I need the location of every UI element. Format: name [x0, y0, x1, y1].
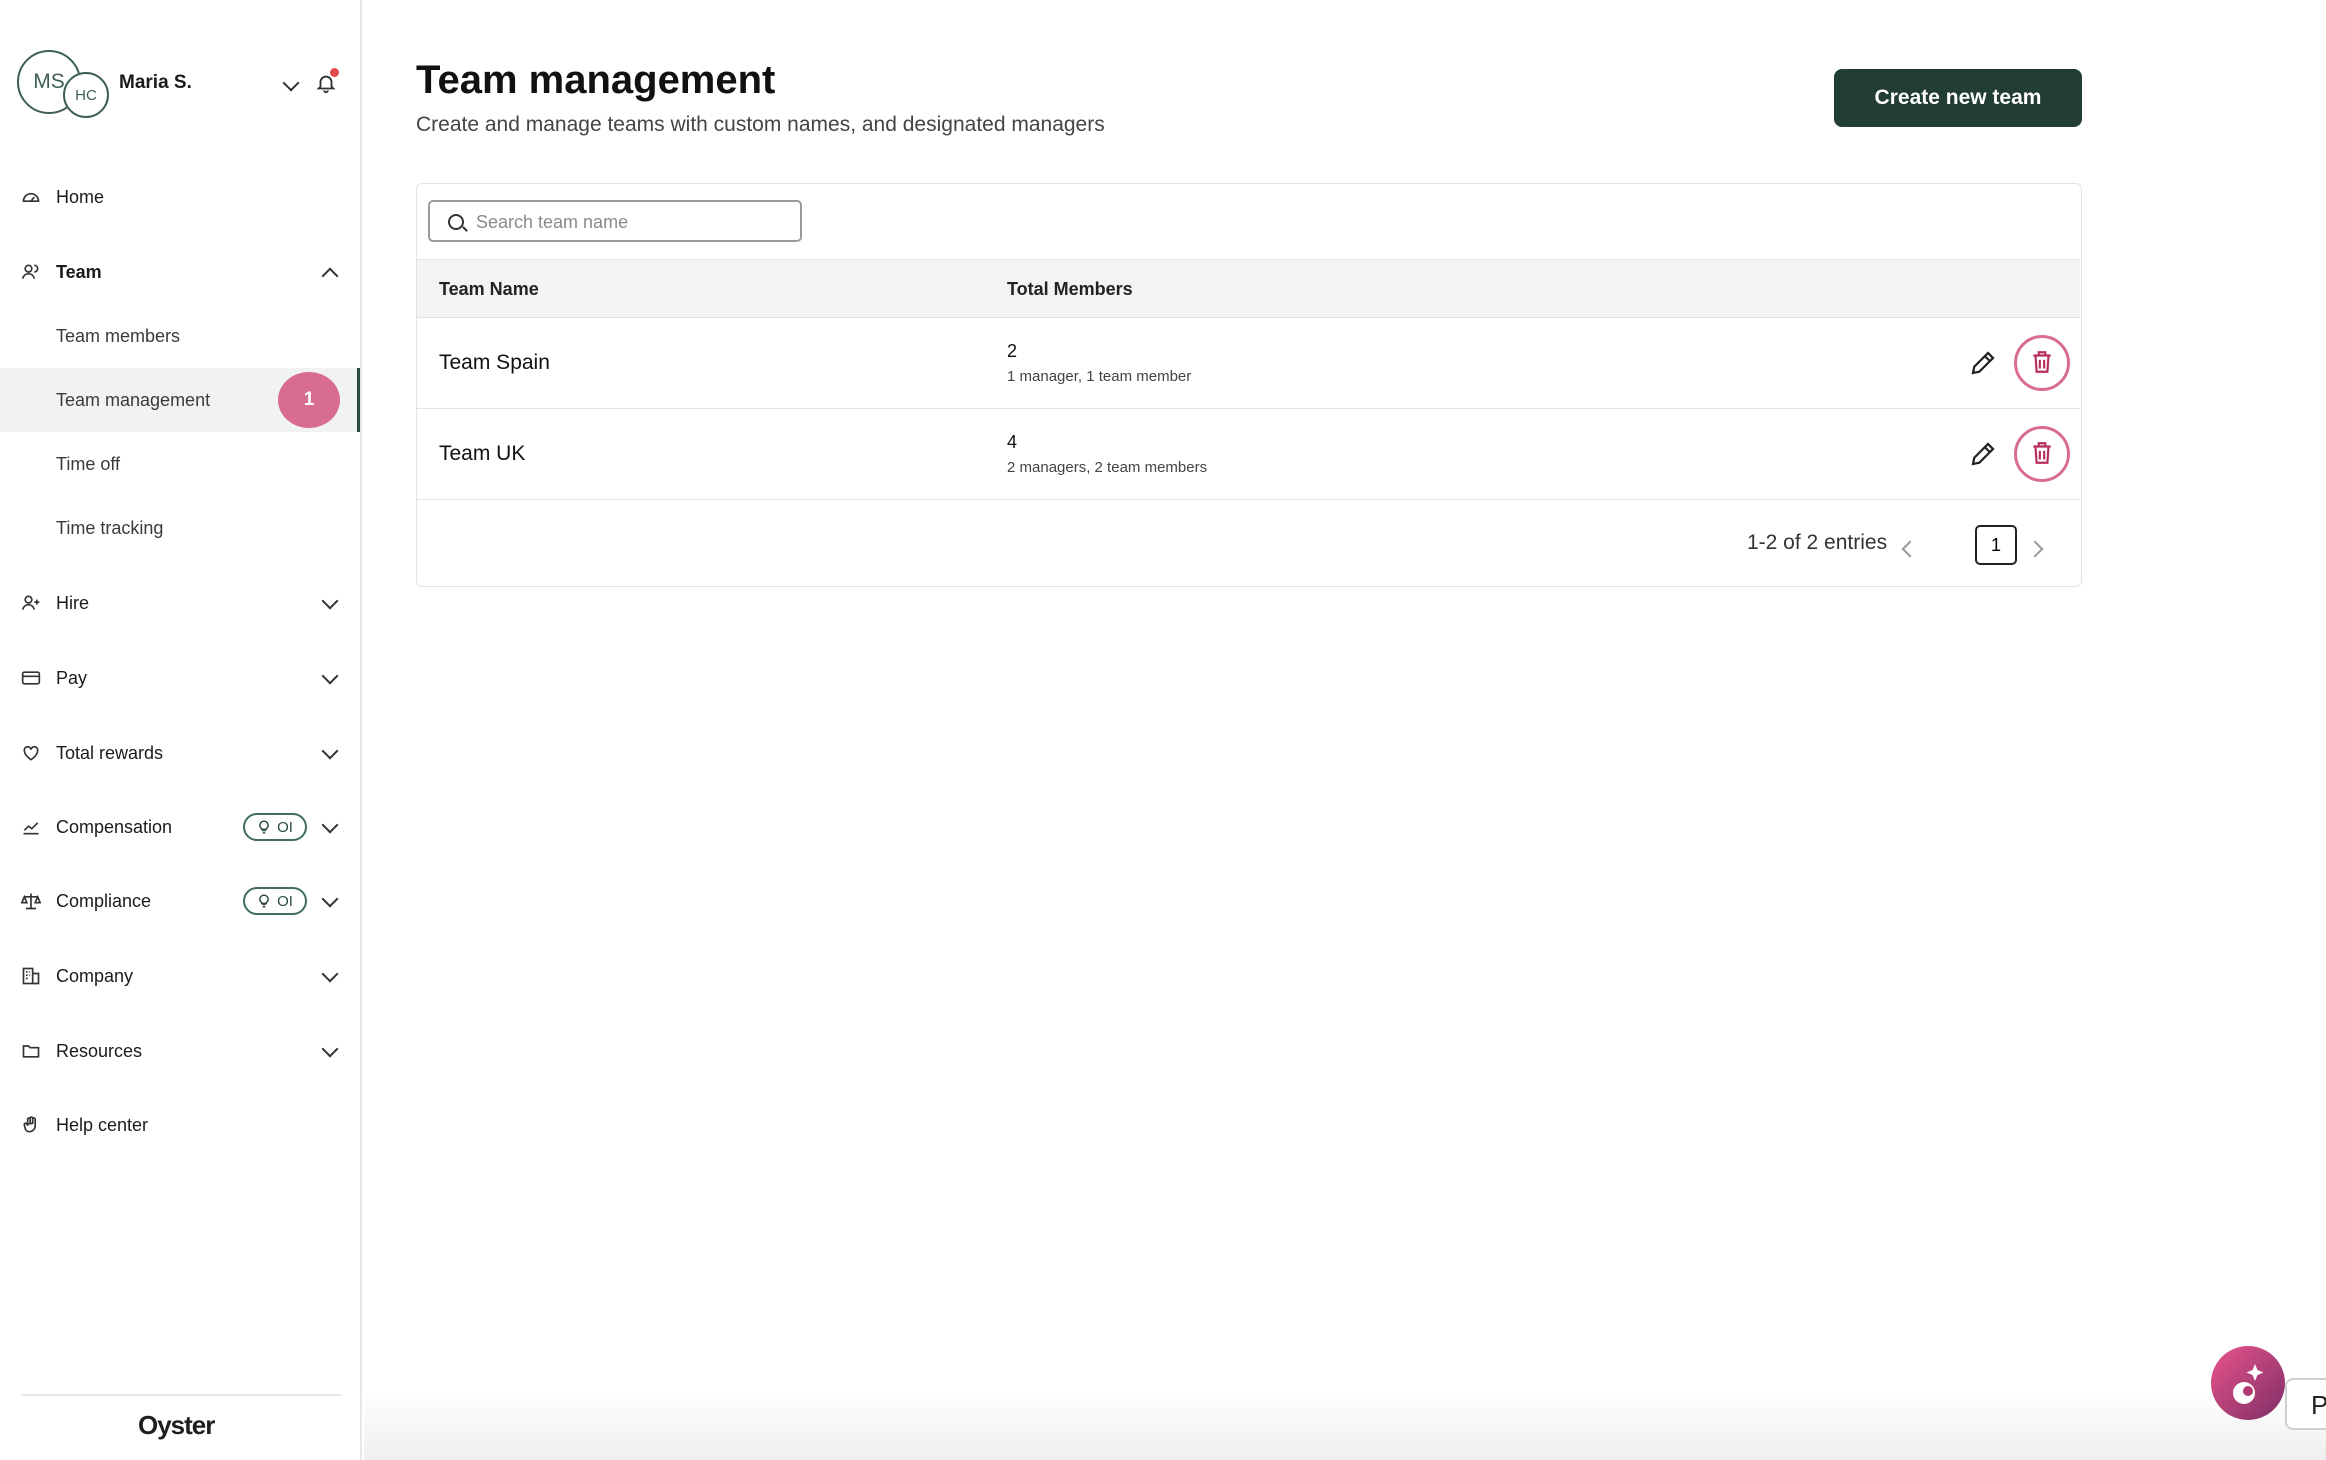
table-row: Team Spain 2 1 manager, 1 team member	[417, 318, 2080, 409]
teams-table: Team Name Total Members Team Spain 2 1 m…	[416, 183, 2082, 587]
member-breakdown: 1 manager, 1 team member	[1007, 368, 1192, 385]
sidebar-item-label: Hire	[56, 592, 90, 613]
previous-page-chevron-icon[interactable]	[1901, 540, 1919, 558]
search-icon	[448, 214, 464, 230]
sidebar-item-team-members[interactable]: Team members	[0, 304, 360, 368]
bottom-shade	[364, 1390, 2326, 1460]
chevron-down-icon	[321, 1040, 339, 1058]
step-badge: 1	[278, 372, 340, 428]
sidebar-item-label: Help center	[56, 1114, 149, 1135]
sidebar-item-label: Team members	[56, 325, 181, 346]
member-count: 2	[1007, 341, 1018, 361]
current-page-button[interactable]: 1	[1975, 525, 2017, 565]
sidebar: MS HC Maria S. Home Team Team members Te…	[0, 0, 362, 1460]
oi-badge-label: OI	[277, 892, 293, 910]
sidebar-divider	[21, 1394, 341, 1396]
ai-assistant-button[interactable]	[2211, 1346, 2285, 1420]
pagination-summary: 1-2 of 2 entries	[1747, 531, 1888, 554]
chevron-down-icon	[321, 742, 339, 760]
table-row: Team UK 4 2 managers, 2 team members	[417, 409, 2080, 500]
team-icon	[21, 262, 41, 282]
oi-badge: OI	[243, 813, 307, 841]
sidebar-item-hire[interactable]: Hire	[0, 573, 360, 633]
sparkle-assistant-icon	[2233, 1364, 2264, 1404]
create-new-team-button[interactable]: Create new team	[1834, 69, 2082, 127]
oi-badge-label: OI	[277, 818, 293, 836]
table-header: Team Name Total Members	[417, 259, 2080, 318]
hire-icon	[21, 593, 41, 613]
sidebar-item-label: Home	[56, 186, 105, 207]
oi-badge: OI	[243, 887, 307, 915]
building-icon	[21, 966, 41, 986]
sidebar-item-label: Team	[56, 261, 102, 282]
help-hand-icon	[21, 1115, 41, 1135]
chevron-up-icon	[321, 267, 339, 285]
team-name: Team Spain	[439, 351, 550, 374]
main-content: Team management Create and manage teams …	[364, 0, 2326, 1460]
edit-button[interactable]	[1967, 439, 1999, 471]
chevron-down-icon[interactable]	[282, 74, 300, 92]
team-name: Team UK	[439, 442, 526, 465]
brand-logo: Oyster	[138, 1410, 215, 1440]
lightbulb-icon	[259, 820, 269, 834]
pencil-icon	[1971, 442, 1995, 466]
column-header-team-name[interactable]: Team Name	[439, 279, 539, 300]
side-tab[interactable]: P	[2285, 1378, 2326, 1430]
page-title: Team management	[416, 58, 776, 102]
sidebar-item-label: Resources	[56, 1040, 143, 1061]
sidebar-item-label: Time off	[56, 453, 121, 474]
chart-icon	[21, 817, 41, 837]
member-breakdown: 2 managers, 2 team members	[1007, 459, 1208, 476]
scale-icon	[20, 891, 42, 911]
sidebar-item-time-tracking[interactable]: Time tracking	[0, 496, 360, 560]
sidebar-item-label: Pay	[56, 667, 88, 688]
sidebar-item-label: Compensation	[56, 816, 173, 837]
sidebar-item-help-center[interactable]: Help center	[0, 1095, 360, 1155]
edit-button[interactable]	[1967, 348, 1999, 380]
delete-button[interactable]	[2014, 335, 2070, 391]
folder-icon	[21, 1041, 41, 1061]
sidebar-item-label: Time tracking	[56, 517, 164, 538]
heart-icon	[21, 743, 41, 763]
sidebar-item-compliance[interactable]: Compliance OI	[0, 871, 360, 931]
sidebar-item-label: Team management	[56, 389, 211, 410]
chevron-down-icon	[321, 816, 339, 834]
member-count: 4	[1007, 432, 1018, 452]
notification-dot	[330, 68, 339, 77]
dashboard-icon	[21, 187, 41, 207]
pencil-icon	[1971, 351, 1995, 375]
column-header-total-members[interactable]: Total Members	[1007, 279, 1133, 300]
profile-switcher[interactable]: MS HC Maria S.	[17, 50, 347, 120]
delete-button[interactable]	[2014, 426, 2070, 482]
search-box[interactable]	[428, 200, 802, 242]
next-page-chevron-icon[interactable]	[2026, 540, 2044, 558]
sidebar-item-total-rewards[interactable]: Total rewards	[0, 723, 360, 783]
avatar-secondary: HC	[63, 72, 109, 118]
chevron-down-icon	[321, 592, 339, 610]
sidebar-item-time-off[interactable]: Time off	[0, 432, 360, 496]
trash-icon	[2033, 441, 2051, 464]
notification-bell-icon[interactable]	[315, 68, 339, 94]
profile-name: Maria S.	[119, 72, 192, 93]
chevron-down-icon	[321, 667, 339, 685]
card-icon	[21, 668, 41, 688]
sidebar-item-company[interactable]: Company	[0, 946, 360, 1006]
chevron-down-icon	[321, 965, 339, 983]
page-subtitle: Create and manage teams with custom name…	[416, 113, 1105, 136]
lightbulb-icon	[259, 894, 269, 908]
sidebar-item-resources[interactable]: Resources	[0, 1021, 360, 1081]
trash-icon	[2033, 350, 2051, 373]
chevron-down-icon	[321, 890, 339, 908]
sidebar-item-team-management[interactable]: Team management 1	[0, 368, 360, 432]
sidebar-item-pay[interactable]: Pay	[0, 648, 360, 708]
sidebar-item-label: Compliance	[56, 890, 152, 911]
sidebar-item-compensation[interactable]: Compensation OI	[0, 797, 360, 857]
sidebar-item-label: Total rewards	[56, 742, 164, 763]
sidebar-item-home[interactable]: Home	[0, 167, 360, 227]
search-input[interactable]	[476, 209, 786, 235]
sidebar-item-label: Company	[56, 965, 134, 986]
sidebar-item-team[interactable]: Team	[0, 242, 360, 302]
